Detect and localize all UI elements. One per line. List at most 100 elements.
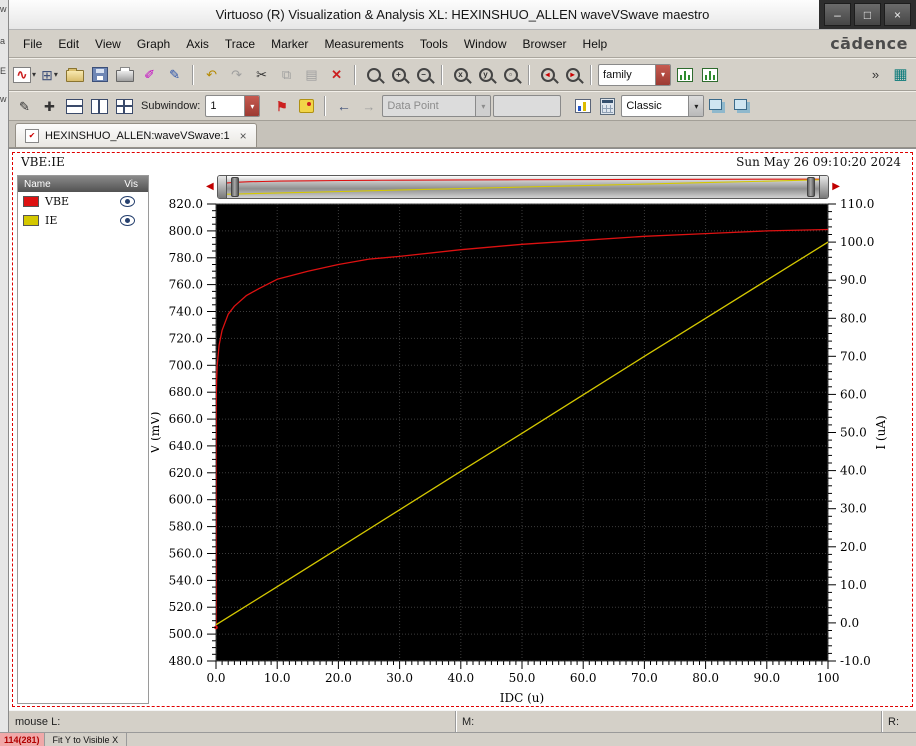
previous-point-button[interactable]: ← (332, 94, 355, 118)
pan-button[interactable]: ✚ (38, 94, 61, 118)
menu-marker[interactable]: Marker (263, 34, 316, 54)
new-graph-window-button[interactable]: ∿ ▾ (13, 63, 36, 87)
scroll-left-icon[interactable]: ◀ (206, 182, 214, 192)
family-combo[interactable]: family ▾ (598, 63, 672, 86)
menu-graph[interactable]: Graph (129, 34, 178, 54)
close-button[interactable]: × (884, 3, 911, 26)
svg-text:30.0: 30.0 (840, 502, 867, 516)
next-zoom-button[interactable]: ▸ (561, 63, 584, 87)
subwindow-combo[interactable]: 1 ▾ (205, 95, 261, 117)
menu-measurements[interactable]: Measurements (316, 34, 411, 54)
annotate-pencil-icon: ✎ (169, 67, 180, 82)
calculator-button[interactable] (596, 94, 619, 118)
minimize-button[interactable]: – (824, 3, 851, 26)
svg-text:100: 100 (817, 671, 840, 685)
maximize-button[interactable]: □ (854, 3, 881, 26)
svg-text:50.0: 50.0 (840, 426, 867, 440)
zoom-in-x-button[interactable]: x (449, 63, 472, 87)
appearance-combo[interactable]: Classic ▾ (621, 95, 705, 117)
svg-text:80.0: 80.0 (840, 311, 867, 325)
capture-button[interactable]: ✐ (138, 63, 161, 87)
save-button[interactable] (88, 63, 111, 87)
menu-trace[interactable]: Trace (217, 34, 263, 54)
overflow-chevrons-icon: » (871, 67, 880, 82)
subwindow-combo-arrow[interactable]: ▾ (244, 96, 260, 116)
svg-text:540.0: 540.0 (169, 573, 203, 587)
background-window-text: E (0, 66, 7, 76)
new-subwindow-button[interactable]: ⊞ ▾ (38, 63, 61, 87)
workspace-grid-button[interactable]: ▦ (889, 63, 912, 87)
label-note-button[interactable] (295, 94, 318, 118)
visibility-eye-icon[interactable] (120, 215, 135, 226)
annotate-button[interactable]: ✎ (163, 63, 186, 87)
next-point-button[interactable]: → (357, 94, 380, 118)
paste-button[interactable]: ▤ (300, 63, 323, 87)
probe-trace-button[interactable]: ✎ (13, 94, 36, 118)
status-mouse-right-text: R: (888, 716, 899, 728)
chevron-down-icon[interactable]: ▾ (32, 70, 36, 79)
toolbar-overflow-button[interactable]: » (864, 63, 887, 87)
minus-sign: − (421, 69, 426, 79)
status-mouse-left-text: mouse L: (15, 716, 61, 728)
chevron-down-icon[interactable]: ▾ (54, 70, 58, 79)
zoom-box-button[interactable]: ▫ (499, 63, 522, 87)
aux-field[interactable] (493, 95, 562, 117)
legend-vis-header: Vis (124, 178, 138, 190)
zoom-y-icon: y (478, 67, 493, 82)
flag-button[interactable]: ⚑ (270, 94, 293, 118)
menu-file[interactable]: File (15, 34, 50, 54)
calculator-icon (600, 97, 616, 115)
sweep-chart-button[interactable] (673, 63, 696, 87)
overlay-chart-button[interactable] (698, 63, 721, 87)
waveform-plot[interactable]: 480.0 500.0 520.0 540.0 560.0 580.0 600.0 620.0… (148, 173, 911, 713)
redo-button[interactable]: ↷ (225, 63, 248, 87)
slider-grip-left[interactable] (230, 177, 239, 197)
appearance-combo-arrow[interactable]: ▾ (688, 96, 704, 116)
cut-button[interactable]: ✂ (250, 63, 273, 87)
visibility-eye-icon[interactable] (120, 196, 135, 207)
scroll-right-icon[interactable]: ▶ (832, 182, 840, 192)
zoom-in-y-button[interactable]: y (474, 63, 497, 87)
svg-text:740.0: 740.0 (169, 305, 203, 319)
window-titlebar[interactable]: Virtuoso (R) Visualization & Analysis XL… (9, 0, 916, 30)
svg-text:20.0: 20.0 (325, 671, 352, 685)
svg-text:40.0: 40.0 (840, 464, 867, 478)
mini-chart-icon (574, 99, 591, 113)
tile-vertical-button[interactable] (88, 94, 111, 118)
family-combo-arrow[interactable]: ▾ (655, 64, 671, 85)
menu-axis[interactable]: Axis (178, 34, 217, 54)
zoom-fit-button[interactable] (362, 63, 385, 87)
data-point-combo[interactable]: Data Point ▾ (382, 95, 492, 117)
print-button[interactable] (113, 63, 136, 87)
tile-grid-button[interactable] (113, 94, 136, 118)
delete-button[interactable]: ✕ (325, 63, 348, 87)
legend-row-vbe[interactable]: VBE (18, 192, 148, 211)
menu-window[interactable]: Window (456, 34, 515, 54)
zoom-out-button[interactable]: − (412, 63, 435, 87)
menu-browser[interactable]: Browser (515, 34, 575, 54)
open-button[interactable] (63, 63, 86, 87)
slider-grip-right[interactable] (807, 177, 816, 197)
stacked-windows-icon (734, 99, 748, 110)
x-range-scrollbar[interactable]: ◀ ▶ (206, 175, 840, 199)
menu-help[interactable]: Help (575, 34, 616, 54)
menu-edit[interactable]: Edit (50, 34, 87, 54)
toolbar-separator (192, 64, 195, 85)
menu-tools[interactable]: Tools (412, 34, 456, 54)
x-range-slider[interactable] (216, 175, 830, 199)
vertical-split-icon (91, 98, 108, 114)
chart-tool-button[interactable] (571, 94, 594, 118)
legend-row-ie[interactable]: IE (18, 211, 148, 230)
tile-horizontal-button[interactable] (63, 94, 86, 118)
previous-zoom-button[interactable]: ◂ (536, 63, 559, 87)
copy-button[interactable]: ⧉ (275, 63, 298, 87)
strip-mode-button[interactable] (731, 94, 754, 118)
wave-glyph: ∿ (16, 67, 28, 82)
tab-wave-view[interactable]: ✔ HEXINSHUO_ALLEN:waveVSwave:1 × (15, 123, 257, 147)
tab-close-icon[interactable]: × (240, 130, 247, 142)
arrow-left-icon: ← (336, 98, 351, 114)
undo-button[interactable]: ↶ (200, 63, 223, 87)
menu-view[interactable]: View (87, 34, 129, 54)
zoom-in-button[interactable]: + (387, 63, 410, 87)
overlay-windows-button[interactable] (706, 94, 729, 118)
